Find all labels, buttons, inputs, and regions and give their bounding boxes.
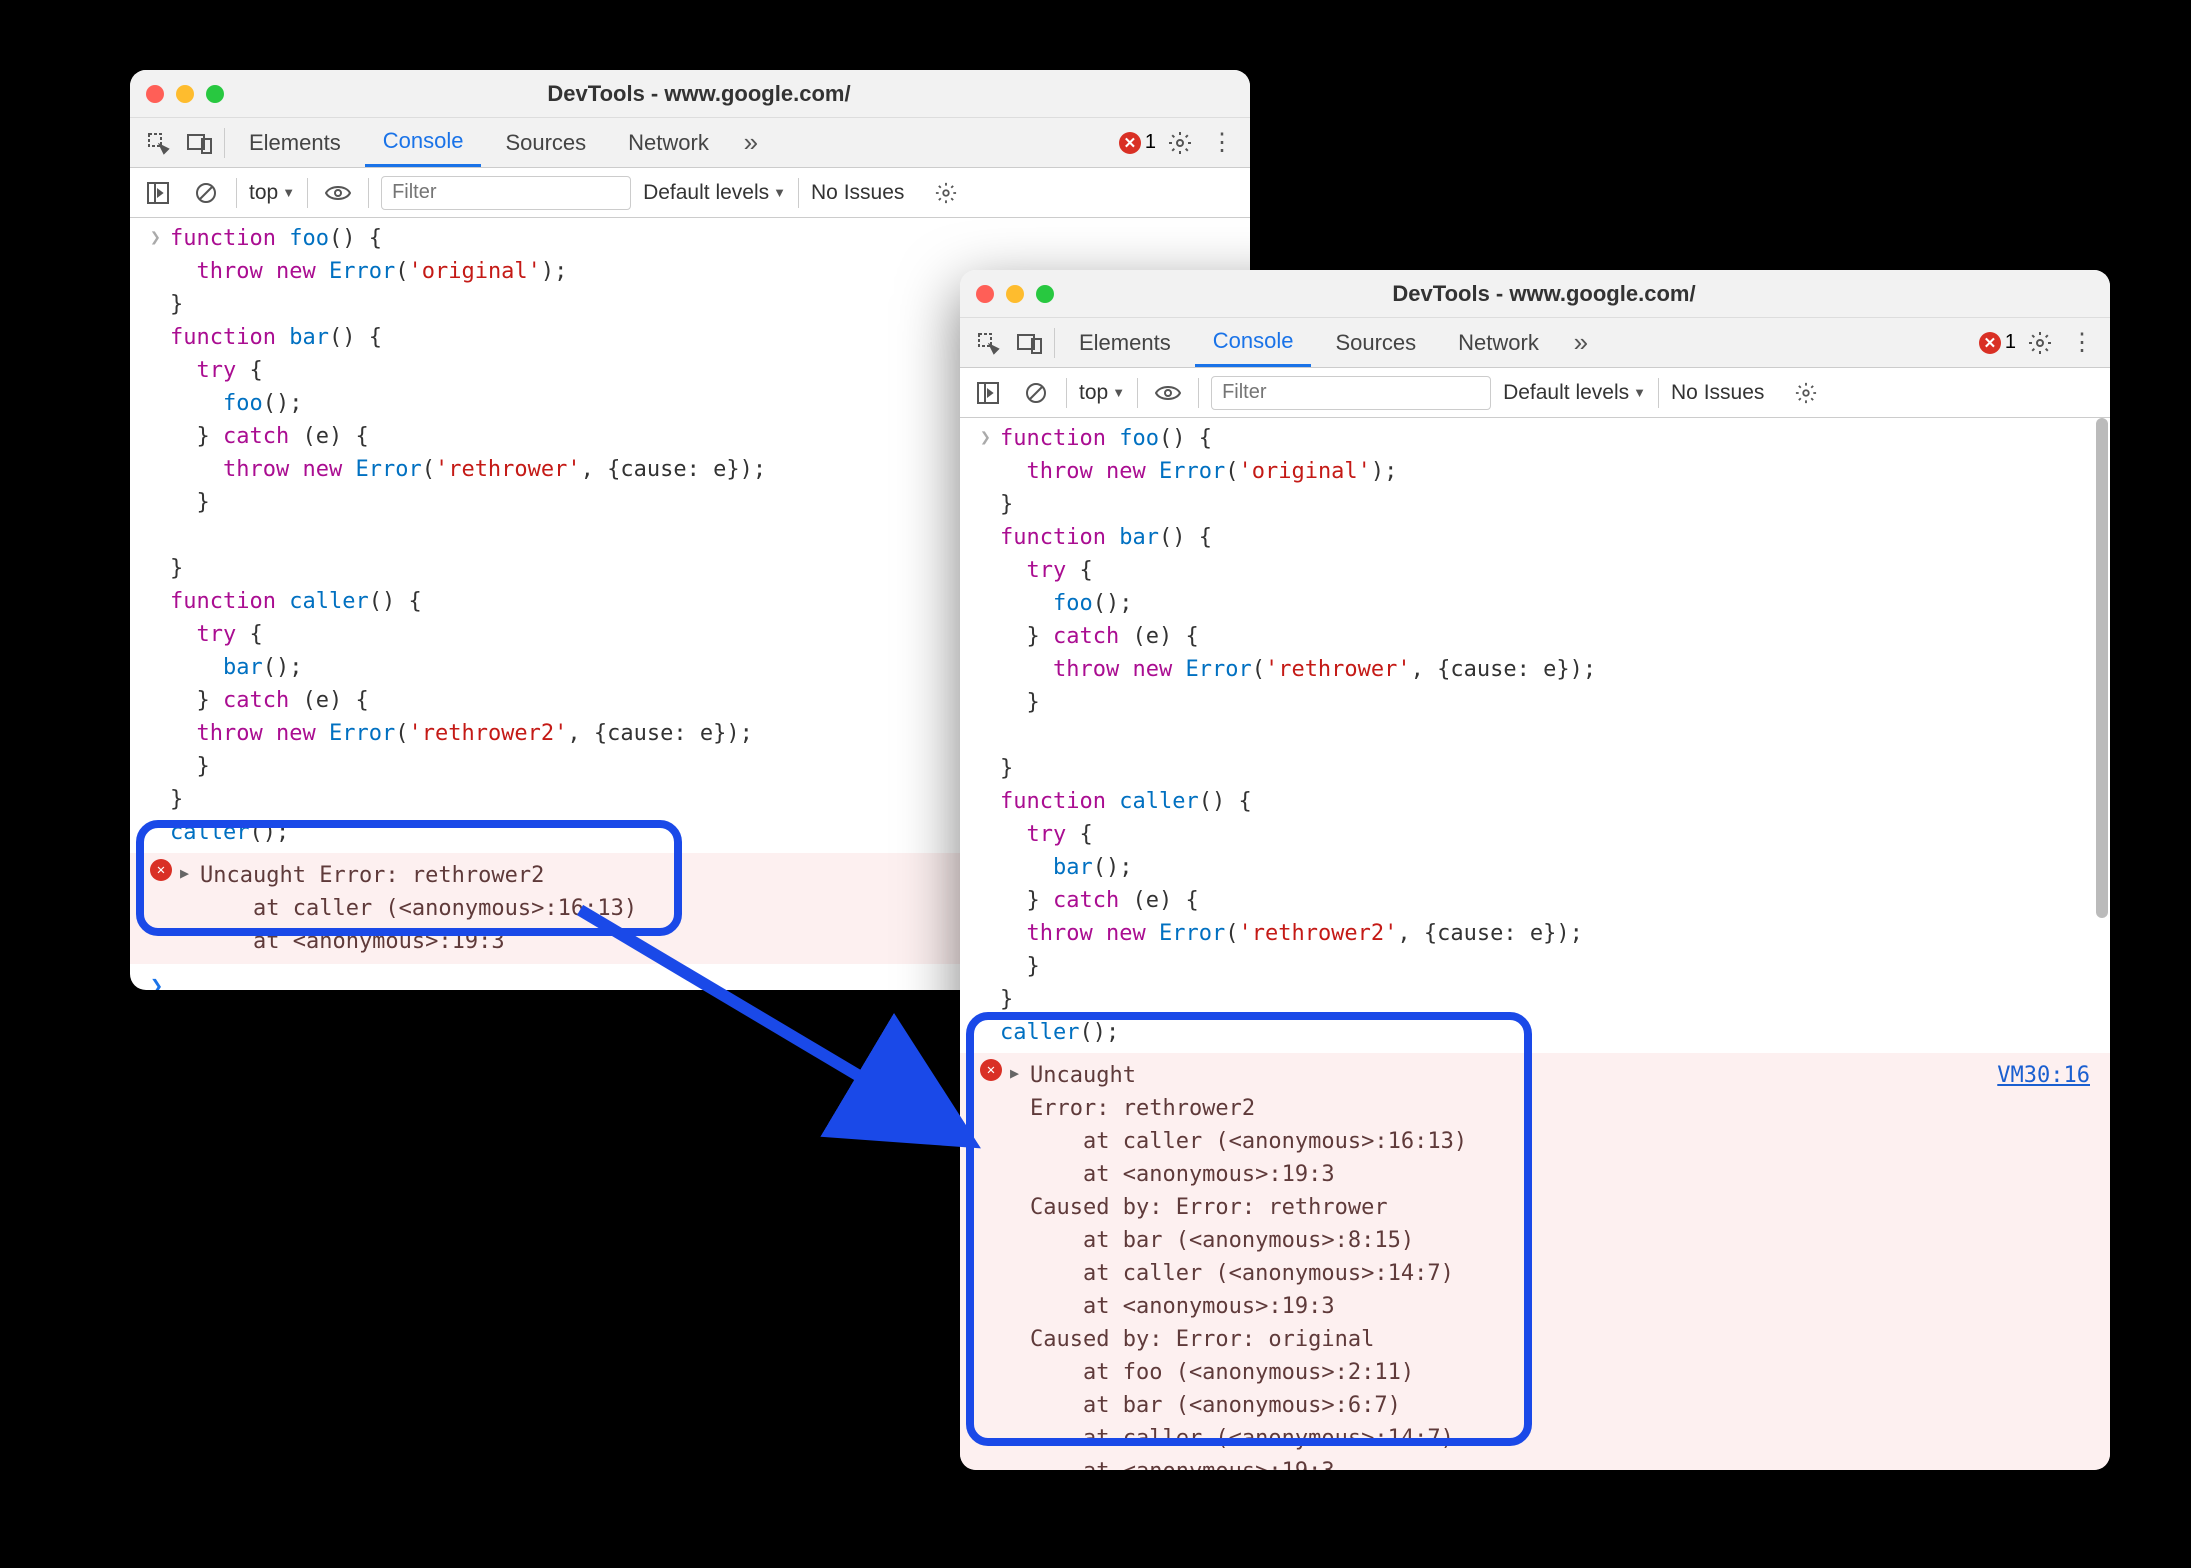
error-count: 1 (1145, 131, 1156, 154)
minimize-window-button[interactable] (1006, 285, 1024, 303)
source-link[interactable]: VM30:16 (1997, 1059, 2090, 1092)
error-icon: ✕ (1119, 132, 1141, 154)
tab-network[interactable]: Network (610, 118, 727, 167)
input-caret-icon: ❯ (980, 422, 1000, 1049)
tab-elements[interactable]: Elements (1061, 318, 1189, 367)
console-body[interactable]: ❯ function foo() { throw new Error('orig… (960, 418, 2110, 1470)
close-window-button[interactable] (146, 85, 164, 103)
context-selector[interactable]: top ▼ (249, 181, 295, 205)
tab-console[interactable]: Console (365, 118, 482, 167)
window-title: DevTools - www.google.com/ (244, 81, 1154, 107)
issues-label[interactable]: No Issues (1671, 381, 1764, 405)
divider (1198, 378, 1199, 408)
context-label: top (1079, 381, 1108, 405)
inspect-element-icon[interactable] (970, 325, 1006, 361)
disclosure-triangle-icon[interactable]: ▶ (1010, 1059, 1030, 1470)
console-toolbar: top ▼ Default levels ▼ No Issues (960, 368, 2110, 418)
divider (307, 178, 308, 208)
divider (236, 178, 237, 208)
filter-input[interactable] (1211, 376, 1491, 410)
inspect-element-icon[interactable] (140, 125, 176, 161)
chevron-down-icon: ▼ (1112, 385, 1125, 400)
sidebar-toggle-icon[interactable] (970, 375, 1006, 411)
device-toolbar-icon[interactable] (182, 125, 218, 161)
log-levels-selector[interactable]: Default levels ▼ (643, 181, 786, 205)
console-input-row: ❯ function foo() { throw new Error('orig… (960, 418, 2110, 1053)
clear-console-icon[interactable] (188, 175, 224, 211)
divider (798, 178, 799, 208)
divider (1054, 328, 1055, 358)
tab-elements[interactable]: Elements (231, 118, 359, 167)
sidebar-toggle-icon[interactable] (140, 175, 176, 211)
scrollbar-thumb[interactable] (2096, 418, 2108, 918)
issues-label[interactable]: No Issues (811, 181, 904, 205)
log-levels-selector[interactable]: Default levels ▼ (1503, 381, 1646, 405)
console-settings-gear-icon[interactable] (928, 175, 964, 211)
settings-gear-icon[interactable] (1162, 125, 1198, 161)
close-window-button[interactable] (976, 285, 994, 303)
traffic-lights (146, 85, 224, 103)
input-caret-icon: ❯ (150, 222, 170, 849)
devtools-window-right: DevTools - www.google.com/ Elements Cons… (960, 270, 2110, 1470)
levels-label: Default levels (1503, 381, 1629, 405)
error-message-row[interactable]: VM30:16 ✕ ▶ Uncaught Error: rethrower2 a… (960, 1053, 2110, 1470)
code-snippet: function foo() { throw new Error('origin… (1000, 422, 2100, 1049)
context-label: top (249, 181, 278, 205)
tab-console[interactable]: Console (1195, 318, 1312, 367)
live-expression-eye-icon[interactable] (1150, 375, 1186, 411)
settings-gear-icon[interactable] (2022, 325, 2058, 361)
more-tabs-icon[interactable]: » (1563, 325, 1599, 361)
tab-network[interactable]: Network (1440, 318, 1557, 367)
disclosure-triangle-icon[interactable]: ▶ (180, 859, 200, 958)
main-tabbar: Elements Console Sources Network » ✕ 1 ⋮ (130, 118, 1250, 168)
input-caret-icon: ❯ (150, 970, 170, 990)
device-toolbar-icon[interactable] (1012, 325, 1048, 361)
minimize-window-button[interactable] (176, 85, 194, 103)
maximize-window-button[interactable] (206, 85, 224, 103)
maximize-window-button[interactable] (1036, 285, 1054, 303)
tab-sources[interactable]: Sources (487, 118, 604, 167)
live-expression-eye-icon[interactable] (320, 175, 356, 211)
clear-console-icon[interactable] (1018, 375, 1054, 411)
divider (224, 128, 225, 158)
error-icon: ✕ (150, 859, 172, 881)
divider (1137, 378, 1138, 408)
error-text: Uncaught Error: rethrower2 at caller (<a… (1030, 1059, 2100, 1470)
kebab-menu-icon[interactable]: ⋮ (1204, 125, 1240, 161)
context-selector[interactable]: top ▼ (1079, 381, 1125, 405)
divider (368, 178, 369, 208)
error-icon: ✕ (1979, 332, 2001, 354)
chevron-down-icon: ▼ (1633, 385, 1646, 400)
chevron-down-icon: ▼ (773, 185, 786, 200)
error-count-badge[interactable]: ✕ 1 (1119, 131, 1156, 154)
chevron-down-icon: ▼ (282, 185, 295, 200)
tab-sources[interactable]: Sources (1317, 318, 1434, 367)
traffic-lights (976, 285, 1054, 303)
titlebar: DevTools - www.google.com/ (130, 70, 1250, 118)
window-title: DevTools - www.google.com/ (1074, 281, 2014, 307)
error-icon: ✕ (980, 1059, 1002, 1081)
divider (1066, 378, 1067, 408)
more-tabs-icon[interactable]: » (733, 125, 769, 161)
console-settings-gear-icon[interactable] (1788, 375, 1824, 411)
main-tabbar: Elements Console Sources Network » ✕ 1 ⋮ (960, 318, 2110, 368)
error-count-badge[interactable]: ✕ 1 (1979, 331, 2016, 354)
kebab-menu-icon[interactable]: ⋮ (2064, 325, 2100, 361)
error-count: 1 (2005, 331, 2016, 354)
divider (1658, 378, 1659, 408)
filter-input[interactable] (381, 176, 631, 210)
console-toolbar: top ▼ Default levels ▼ No Issues (130, 168, 1250, 218)
titlebar: DevTools - www.google.com/ (960, 270, 2110, 318)
levels-label: Default levels (643, 181, 769, 205)
